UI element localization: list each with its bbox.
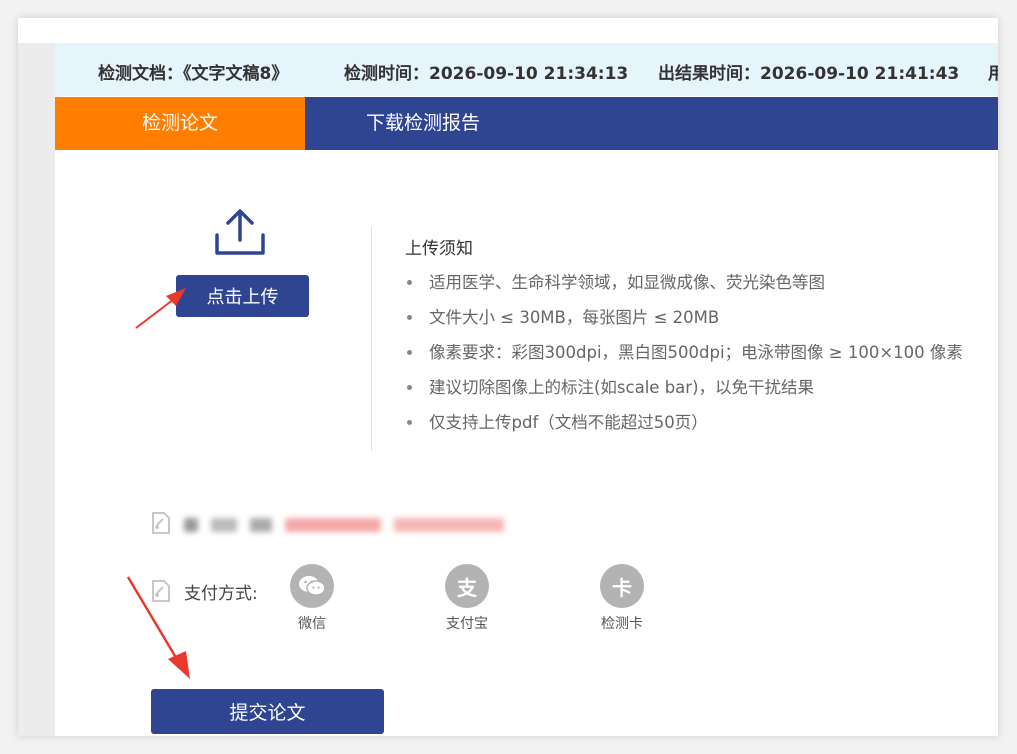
document-name: 《文字文稿8》 bbox=[183, 64, 289, 84]
check-time-value: 2026-09-10 21:34:13 bbox=[429, 64, 629, 84]
tab-download-report[interactable]: 下载检测报告 bbox=[366, 97, 480, 150]
result-time-info: 出结果时间：2026-09-10 21:41:43 bbox=[658, 59, 959, 84]
submit-paper-button[interactable]: 提交论文 bbox=[151, 689, 384, 734]
pay-option-wechat[interactable]: 微信 bbox=[282, 564, 342, 633]
notice-item: 仅支持上传pdf（文档不能超过50页） bbox=[403, 405, 998, 440]
pay-option-label: 微信 bbox=[298, 616, 326, 632]
upload-icon[interactable] bbox=[213, 208, 267, 258]
pay-option-alipay[interactable]: 支 支付宝 bbox=[437, 564, 497, 633]
document-label: 检测文档： bbox=[98, 64, 183, 84]
notice-item: 文件大小 ≤ 30MB，每张图片 ≤ 20MB bbox=[403, 300, 998, 335]
check-time-info: 检测时间：2026-09-10 21:34:13 bbox=[344, 59, 628, 84]
upload-notice: 上传须知 适用医学、生命科学领域，如显微成像、荧光染色等图 文件大小 ≤ 30M… bbox=[403, 234, 998, 440]
result-time-label: 出结果时间： bbox=[658, 64, 760, 84]
tab-bar: 检测论文 下载检测报告 bbox=[55, 97, 998, 150]
payment-label: 支付方式: bbox=[184, 584, 258, 604]
pencil-tag-icon bbox=[152, 512, 170, 534]
redacted-text bbox=[184, 514, 526, 536]
notice-item: 建议切除图像上的标注(如scale bar)，以免干扰结果 bbox=[403, 370, 998, 405]
upload-section: 点击上传 上传须知 适用医学、生命科学领域，如显微成像、荧光染色等图 文件大小 … bbox=[18, 150, 998, 470]
pay-option-label: 支付宝 bbox=[446, 616, 488, 632]
notice-item: 适用医学、生命科学领域，如显微成像、荧光染色等图 bbox=[403, 265, 998, 300]
alipay-icon: 支 bbox=[445, 564, 489, 608]
divider bbox=[371, 227, 372, 451]
notice-item: 像素要求：彩图300dpi，黑白图500dpi；电泳带图像 ≥ 100×100 … bbox=[403, 335, 998, 370]
card-icon: 卡 bbox=[600, 564, 644, 608]
check-time-label: 检测时间： bbox=[344, 64, 429, 84]
tab-check-paper[interactable]: 检测论文 bbox=[55, 97, 305, 150]
main-panel: 检测文档：《文字文稿8》 检测时间：2026-09-10 21:34:13 出结… bbox=[18, 18, 998, 736]
wechat-icon bbox=[290, 564, 334, 608]
notice-list: 适用医学、生命科学领域，如显微成像、荧光染色等图 文件大小 ≤ 30MB，每张图… bbox=[403, 265, 998, 440]
document-info: 检测文档：《文字文稿8》 bbox=[98, 59, 288, 84]
pay-option-label: 检测卡 bbox=[601, 616, 643, 632]
document-info-bar: 检测文档：《文字文稿8》 检测时间：2026-09-10 21:34:13 出结… bbox=[55, 43, 998, 96]
pencil-tag-icon bbox=[152, 580, 170, 602]
result-time-value: 2026-09-10 21:41:43 bbox=[760, 64, 960, 84]
notice-title: 上传须知 bbox=[405, 239, 473, 259]
info-cutoff-text: 用 bbox=[988, 64, 998, 84]
upload-button[interactable]: 点击上传 bbox=[176, 275, 309, 317]
pay-option-card[interactable]: 卡 检测卡 bbox=[592, 564, 652, 633]
